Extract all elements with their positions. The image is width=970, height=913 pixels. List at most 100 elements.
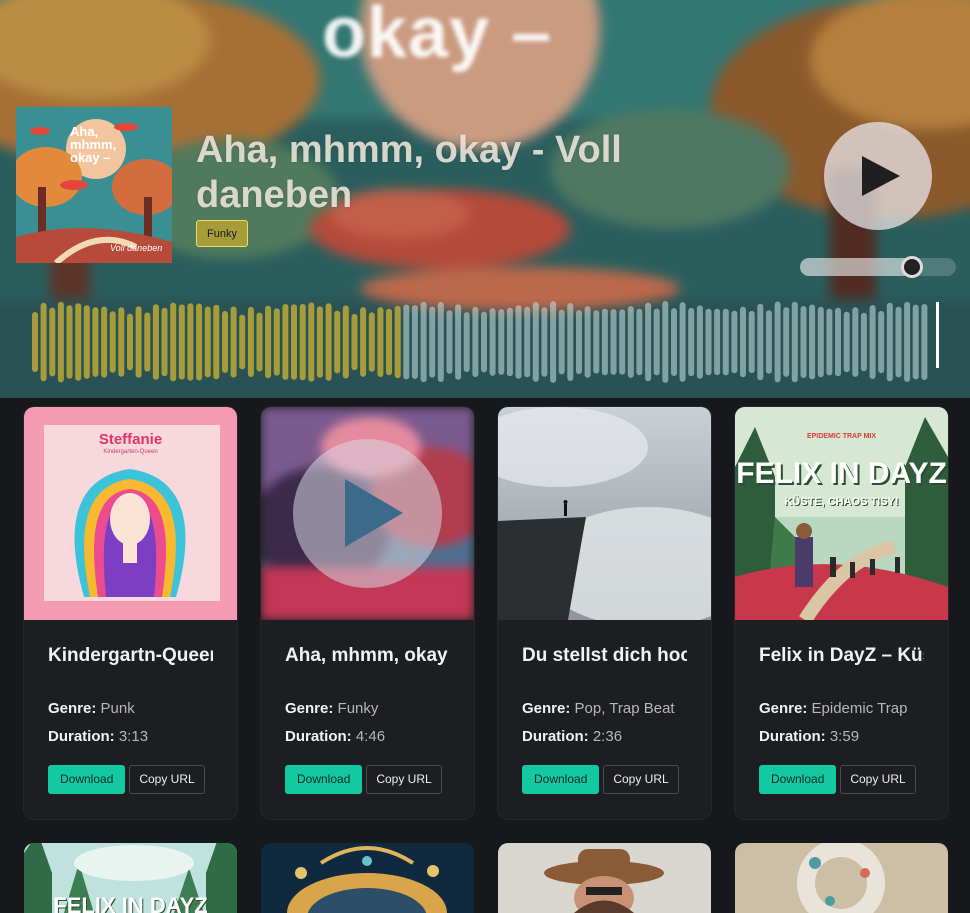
waveform-bar [791,301,798,383]
waveform-bar-played [351,313,358,371]
waveform-bar-played [247,306,254,377]
waveform-bar [420,301,427,383]
waveform-bar [662,301,669,383]
waveform-bar [904,301,911,382]
waveform-bar [506,307,513,377]
genre-tag[interactable]: Funky [196,220,248,247]
waveform-bar [498,309,505,375]
waveform-bar-played [368,312,375,372]
waveform-bar [532,302,539,382]
waveform-bar [645,302,652,382]
waveform-bar-played [75,303,82,381]
waveform-bar [696,305,703,379]
waveform-bar-played [118,307,125,377]
waveform-bar [783,307,790,377]
waveform-bar-played [109,311,116,373]
waveform-bar [472,306,479,378]
waveform-bar-played [101,306,108,378]
waveform-progress[interactable] [32,300,940,384]
cover-play-button[interactable] [293,439,442,588]
waveform-bar [515,305,522,379]
copy-url-button[interactable]: Copy URL [366,765,442,794]
waveform-bar [817,306,824,378]
waveform-bar-played [127,313,133,371]
waveform-bar-played [161,307,168,377]
waveform-bar [765,310,772,374]
copy-url-button[interactable]: Copy URL [129,765,205,794]
volume-slider[interactable] [800,256,956,278]
waveform-bar-played [49,307,56,377]
track-card-cover[interactable]: FELIX IN DAYZ [24,843,237,913]
play-icon [345,479,403,547]
waveform-bar [455,304,462,380]
waveform-bar [757,303,764,381]
waveform-bar [705,308,712,376]
download-button[interactable]: Download [48,765,126,794]
cover-subheading: Kindergarten-Queen [103,449,158,455]
download-button[interactable]: Download [285,765,363,794]
waveform-bar [748,310,755,374]
track-cover[interactable]: EPIDEMIC TRAP MIX FELIX IN DAYZ KÜSTE, C… [735,407,948,620]
download-button[interactable]: Download [522,765,600,794]
download-button[interactable]: Download [759,765,837,794]
waveform-bar-played [66,305,73,379]
waveform-bar [800,306,807,378]
waveform-bar [481,311,487,373]
waveform-bar [550,301,557,383]
waveform-bar-played [170,302,177,382]
track-title: Aha, mhmm, okay - Voll daneben [285,645,450,666]
waveform-bar-played [273,308,280,376]
waveform-bar-played [40,302,47,382]
waveform-bar [489,308,496,376]
track-genre: Genre: Punk [48,700,135,717]
waveform-bar-played [325,303,332,381]
track-card-cover[interactable] [735,843,948,913]
background-title-text: okay – [322,0,553,73]
waveform-bar [731,310,738,374]
cover-art-caption: Voll daneben [110,243,163,253]
waveform-bar [809,304,816,380]
waveform-bar-played [178,304,185,380]
waveform-bar-played [83,305,90,379]
waveform-bar [826,308,833,376]
waveform-bar [912,304,919,380]
track-card-cover[interactable] [498,843,711,913]
waveform-bar [558,309,565,375]
waveform-bar [636,308,643,376]
waveform-bar [835,307,841,377]
waveform-bar [576,310,582,375]
waveform-bar-played [334,310,341,374]
waveform-bar-played [377,307,384,377]
waveform-bar [679,302,686,382]
copy-url-button[interactable]: Copy URL [603,765,679,794]
track-duration: Duration: 3:59 [759,728,860,745]
cover-subheading: KÜSTE, CHAOS TISY! [784,496,899,508]
play-button[interactable] [824,122,932,230]
waveform-bar-played [282,304,289,380]
waveform-bar-played [360,307,367,377]
volume-knob[interactable] [901,256,923,278]
track-title: Du stellst dich hoch [522,645,687,666]
waveform-bar-played [386,308,392,376]
track-title: Kindergartn-Queen [48,645,213,666]
waveform-bar [541,307,548,377]
waveform-bar-played [144,312,151,372]
track-genre: Genre: Pop, Trap Beat [522,700,675,717]
waveform-bar [688,307,695,377]
track-cover[interactable] [498,407,711,620]
now-playing-cover-art: Aha, mhmm, okay – Voll daneben [16,107,172,263]
waveform-bar-played [394,305,401,379]
track-cover[interactable] [261,407,474,620]
play-icon [862,156,900,196]
cover-heading: Steffanie [98,431,163,448]
waveform-bar [671,308,677,376]
waveform-bar-played [230,306,237,378]
waveform-bar [722,308,729,376]
waveform-bar [921,304,928,380]
waveform-bar-played [196,303,203,381]
copy-url-button[interactable]: Copy URL [840,765,916,794]
track-cover[interactable]: Steffanie Kindergarten-Queen [24,407,237,620]
track-card-cover[interactable] [261,843,474,913]
track-card: Du stellst dich hoch Genre: Pop, Trap Be… [498,407,711,819]
waveform-bar-played [187,303,194,381]
